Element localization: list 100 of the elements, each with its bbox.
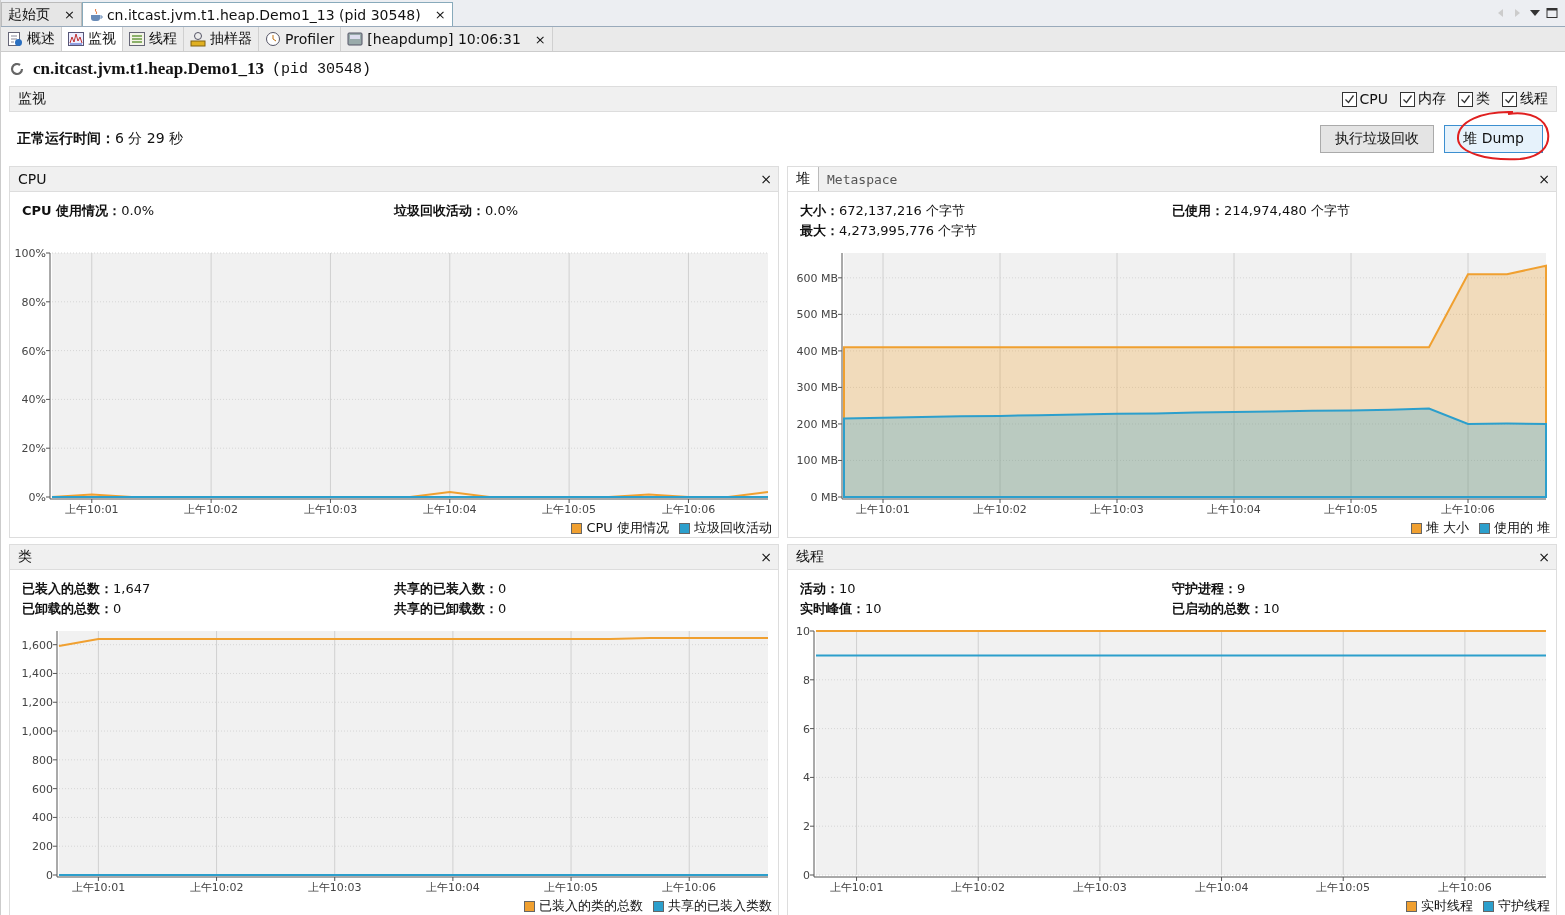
- legend-label: CPU 使用情况: [586, 519, 669, 537]
- stat-text: 活动：10: [800, 580, 857, 599]
- stat-text: 已卸载的总数：0: [22, 600, 123, 619]
- axis-label: 上午10:06: [1438, 881, 1492, 894]
- axis-label: 800: [32, 753, 53, 767]
- axis-label: 上午10:04: [1207, 503, 1261, 516]
- axis-label: 6: [803, 722, 810, 736]
- close-icon[interactable]: ×: [1538, 549, 1556, 566]
- legend-label: 使用的 堆: [1493, 519, 1550, 537]
- axis-label: 2: [803, 820, 810, 834]
- panel-tab[interactable]: CPU: [10, 167, 55, 192]
- stat-text: CPU 使用情况：0.0%: [22, 202, 156, 221]
- sampler-icon: [190, 31, 206, 47]
- document-tab[interactable]: 起始页 ×: [1, 2, 82, 26]
- axis-label: 上午10:06: [662, 881, 717, 894]
- action-button[interactable]: 堆 Dump: [1444, 125, 1543, 153]
- legend-label: 垃圾回收活动: [694, 519, 772, 537]
- close-icon[interactable]: ×: [534, 31, 546, 47]
- stat-text: 共享的已装入数：0: [394, 580, 508, 599]
- axis-label: 上午10:01: [856, 503, 910, 516]
- axis-label: 300 MB: [796, 381, 838, 395]
- axis-label: 上午10:03: [303, 503, 358, 516]
- checkbox[interactable]: 线程: [1502, 90, 1548, 108]
- panel-tab[interactable]: 堆: [788, 167, 819, 192]
- axis-label: 0: [46, 869, 53, 882]
- panel-tab[interactable]: 类: [10, 545, 40, 570]
- action-button[interactable]: 执行垃圾回收: [1320, 125, 1435, 153]
- axis-label: 上午10:05: [1324, 503, 1378, 516]
- axis-label: 上午10:03: [307, 881, 362, 894]
- process-id: (pid 30548): [271, 60, 371, 78]
- axis-label: 100 MB: [796, 454, 838, 468]
- stat-text: 垃圾回收活动：0.0%: [394, 202, 520, 221]
- document-info-icon: [7, 31, 23, 47]
- axis-label: 上午10:02: [951, 881, 1006, 894]
- stat-text: 最大：4,273,995,776 个字节: [800, 222, 979, 241]
- axis-label: 上午10:06: [1441, 503, 1495, 516]
- axis-label: 上午10:03: [1073, 881, 1127, 894]
- uptime-text: 正常运行时间：6 分 29 秒: [17, 130, 184, 148]
- legend-label: 共享的已装入类数: [668, 897, 772, 915]
- axis-label: 1,400: [21, 667, 53, 681]
- axis-label: 上午10:05: [542, 503, 596, 516]
- checkmark-icon: [1504, 93, 1515, 105]
- axis-label: 10: [796, 625, 810, 638]
- view-tab[interactable]: 监视: [62, 27, 123, 51]
- clock-icon: [265, 31, 281, 47]
- section-title: 监视: [18, 90, 46, 108]
- axis-label: 4: [803, 771, 810, 785]
- checkmark-icon: [1402, 93, 1413, 105]
- checkbox[interactable]: 类: [1458, 90, 1490, 108]
- checkmark-icon: [1460, 93, 1471, 105]
- axis-label: 60%: [21, 344, 46, 358]
- checkbox[interactable]: CPU: [1341, 90, 1388, 108]
- axis-label: 上午10:01: [64, 503, 119, 516]
- axis-label: 0: [803, 869, 810, 882]
- axis-label: 上午10:02: [189, 881, 244, 894]
- tab-navigation-icon[interactable]: [1497, 7, 1559, 19]
- close-icon[interactable]: ×: [64, 7, 75, 22]
- axis-label: 上午10:04: [426, 881, 480, 894]
- axis-label: 上午10:03: [1090, 503, 1144, 516]
- axis-label: 100%: [14, 247, 46, 260]
- axis-label: 上午10:02: [973, 503, 1027, 516]
- axis-label: 上午10:06: [661, 503, 716, 516]
- stat-text: 守护进程：9: [1172, 580, 1247, 599]
- axis-label: 40%: [21, 393, 46, 407]
- spinner-icon: [9, 61, 25, 77]
- close-icon[interactable]: ×: [1538, 171, 1556, 188]
- panel-tab[interactable]: Metaspace: [819, 167, 906, 192]
- axis-label: 600 MB: [796, 271, 838, 285]
- stat-text: 已使用：214,974,480 个字节: [1172, 202, 1351, 221]
- stat-text: 已装入的总数：1,647: [22, 580, 152, 599]
- axis-label: 400: [32, 811, 53, 825]
- stat-text: 实时峰值：10: [800, 600, 883, 619]
- axis-label: 500 MB: [796, 308, 838, 322]
- axis-label: 上午10:04: [422, 503, 477, 516]
- stat-text: 共享的已卸载数：0: [394, 600, 508, 619]
- application-name: cn.itcast.jvm.t1.heap.Demo1_13: [33, 59, 264, 79]
- stat-text: 大小：672,137,216 个字节: [800, 202, 966, 221]
- axis-label: 400 MB: [796, 344, 838, 358]
- checkmark-icon: [1343, 93, 1355, 105]
- close-icon[interactable]: ×: [760, 171, 778, 188]
- close-icon[interactable]: ×: [760, 549, 778, 566]
- axis-label: 上午10:05: [544, 881, 598, 894]
- axis-label: 20%: [21, 442, 46, 456]
- checkbox[interactable]: 内存: [1400, 90, 1446, 108]
- axis-label: 0%: [28, 491, 46, 504]
- legend-label: 堆 大小: [1425, 519, 1469, 537]
- axis-label: 上午10:05: [1316, 881, 1371, 894]
- legend-label: 守护线程: [1498, 897, 1550, 915]
- legend-label: 实时线程: [1421, 897, 1473, 915]
- document-tab[interactable]: cn.itcast.jvm.t1.heap.Demo1_13 (pid 30548) ×: [81, 2, 453, 26]
- list-icon: [129, 31, 145, 47]
- axis-label: 上午10:02: [184, 503, 238, 516]
- axis-label: 80%: [21, 295, 46, 309]
- close-icon[interactable]: ×: [434, 7, 446, 22]
- axis-label: 200 MB: [796, 417, 838, 431]
- axis-label: 600: [32, 782, 53, 796]
- stat-text: 已启动的总数：10: [1172, 600, 1281, 619]
- panel-tab[interactable]: 线程: [788, 545, 832, 570]
- axis-label: 上午10:01: [71, 881, 126, 894]
- axis-label: 200: [32, 840, 53, 854]
